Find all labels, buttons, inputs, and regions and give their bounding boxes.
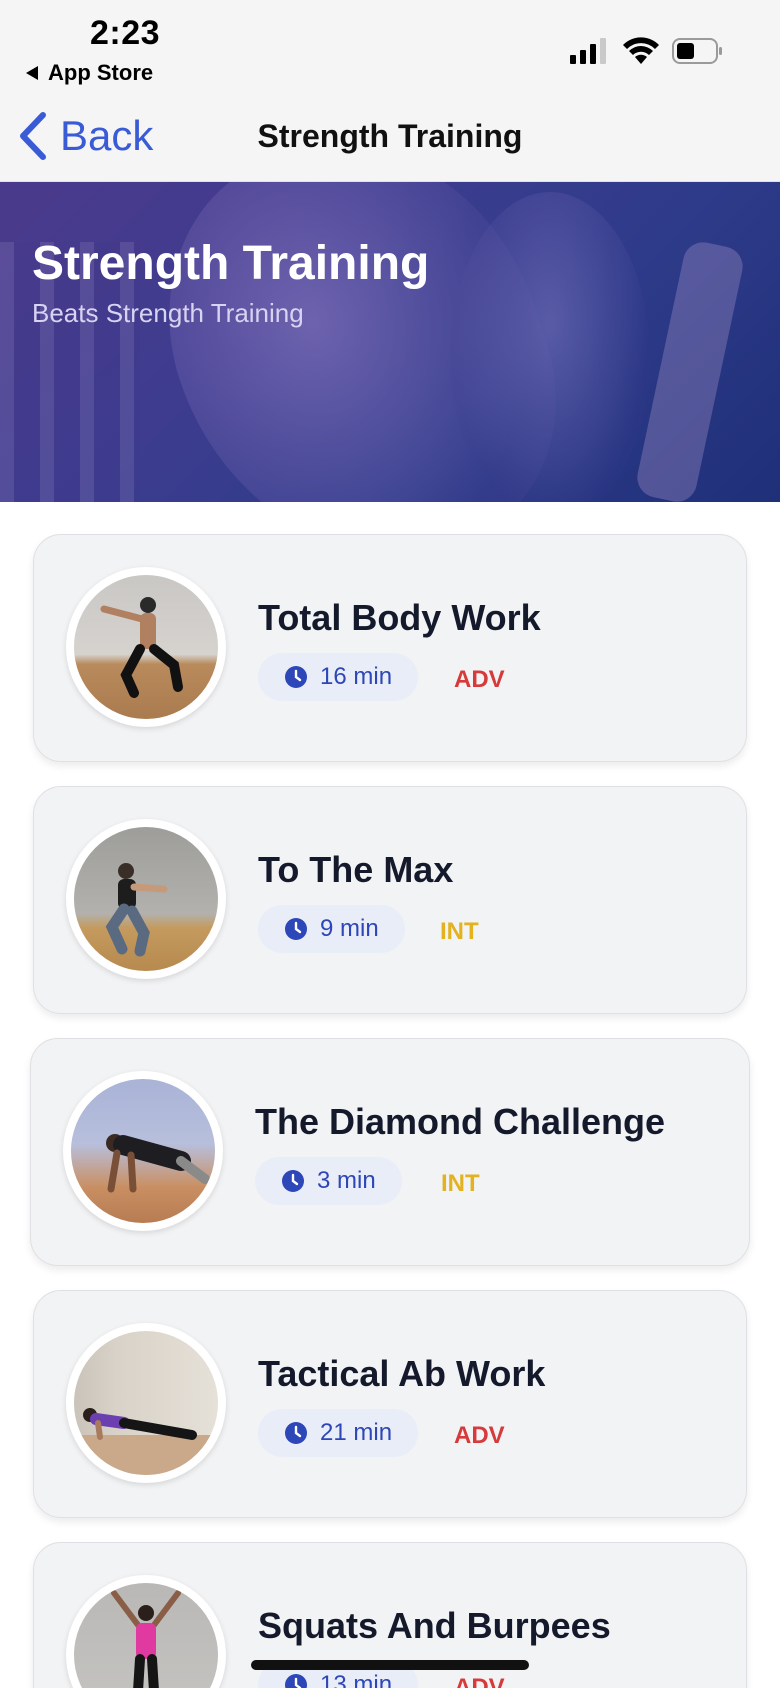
workout-card[interactable]: Tactical Ab Work 21 min ADV xyxy=(33,1290,747,1518)
level-badge: INT xyxy=(440,918,479,945)
clock-icon xyxy=(285,918,307,940)
level-badge: INT xyxy=(441,1170,480,1197)
clock-icon xyxy=(282,1170,304,1192)
cellular-signal-icon xyxy=(570,38,606,64)
duration-label: 13 min xyxy=(320,1671,393,1688)
level-badge: ADV xyxy=(454,666,505,693)
level-badge: ADV xyxy=(454,1422,505,1449)
hero-banner: Strength Training Beats Strength Trainin… xyxy=(0,182,780,502)
clock-icon xyxy=(285,1674,307,1688)
nav-title: Strength Training xyxy=(257,118,523,154)
person-figure-icon xyxy=(105,863,168,957)
workout-card[interactable]: The Diamond Challenge 3 min INT xyxy=(30,1038,750,1266)
person-figure-icon xyxy=(100,597,183,698)
workout-title: The Diamond Challenge xyxy=(255,1101,666,1142)
battery-icon xyxy=(672,38,722,64)
workout-title: Total Body Work xyxy=(258,597,541,638)
duration-badge: 21 min xyxy=(258,1409,419,1457)
status-time: 2:23 xyxy=(90,14,161,52)
clock-icon xyxy=(285,1422,307,1444)
screen: 2:23 App Store Back Strength Training St… xyxy=(0,0,780,1688)
workout-thumbnail xyxy=(66,1575,226,1688)
duration-label: 21 min xyxy=(320,1419,393,1446)
duration-badge: 9 min xyxy=(258,905,405,953)
workout-thumbnail xyxy=(63,1071,223,1231)
duration-badge: 3 min xyxy=(255,1157,402,1205)
duration-badge: 16 min xyxy=(258,653,419,701)
clock-icon xyxy=(285,666,307,688)
hero-image-shape xyxy=(450,192,650,502)
duration-label: 3 min xyxy=(317,1167,376,1194)
back-to-app-store[interactable]: App Store xyxy=(26,60,153,86)
person-figure-icon xyxy=(74,1408,218,1475)
workout-title: To The Max xyxy=(258,849,454,890)
person-figure-icon xyxy=(111,1590,181,1688)
workout-card[interactable]: Total Body Work 16 min ADV xyxy=(33,534,747,762)
hero-subtitle: Beats Strength Training xyxy=(32,298,304,328)
home-indicator[interactable] xyxy=(251,1660,529,1670)
back-triangle-icon xyxy=(26,66,38,80)
duration-label: 16 min xyxy=(320,663,393,690)
workout-thumbnail xyxy=(66,819,226,979)
wifi-icon xyxy=(623,37,659,64)
level-badge: ADV xyxy=(454,1674,505,1688)
hero-image-shape xyxy=(633,238,747,502)
back-to-app-label: App Store xyxy=(48,60,154,85)
workout-card[interactable]: To The Max 9 min INT xyxy=(33,786,747,1014)
navigation-bar: Back Strength Training xyxy=(0,92,780,182)
person-figure-icon xyxy=(106,1134,210,1193)
duration-label: 9 min xyxy=(320,915,379,942)
workout-thumbnail xyxy=(66,1323,226,1483)
workout-title: Tactical Ab Work xyxy=(258,1353,546,1394)
workout-title: Squats And Burpees xyxy=(258,1605,611,1646)
status-bar: 2:23 App Store xyxy=(0,0,780,92)
hero-title: Strength Training xyxy=(32,237,430,290)
workout-thumbnail xyxy=(66,567,226,727)
